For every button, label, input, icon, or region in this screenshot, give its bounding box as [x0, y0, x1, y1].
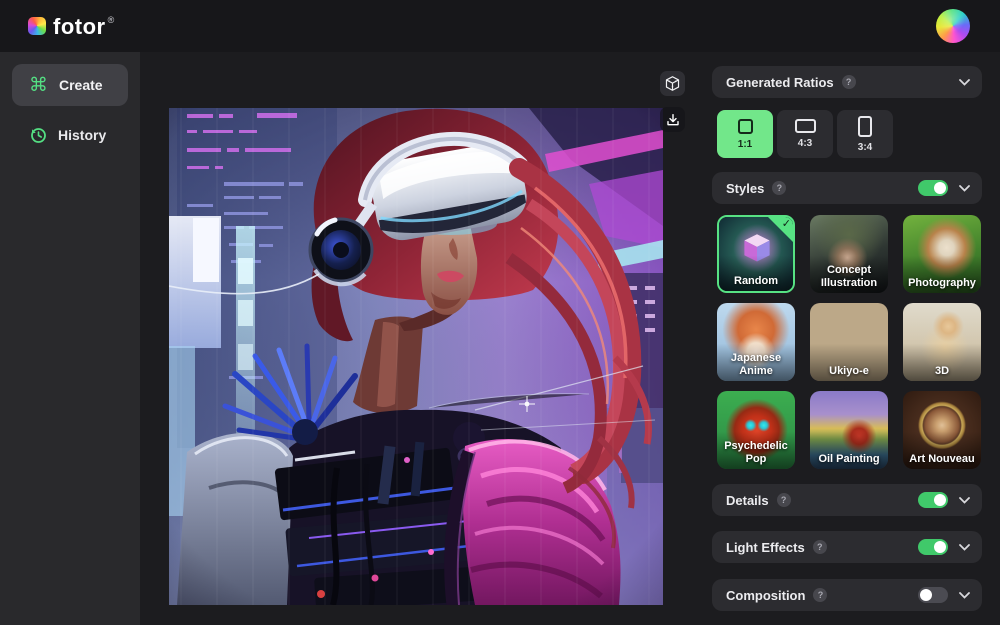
composition-title: Composition [726, 588, 805, 603]
check-icon: ✓ [782, 217, 791, 230]
toggle-knob [934, 182, 946, 194]
registered-mark: ® [108, 15, 115, 25]
style-label: Psychedelic Pop [717, 440, 795, 465]
sidebar-item-create[interactable]: ⌘ Create [12, 64, 128, 106]
ratio-option-3-4[interactable]: 3:4 [837, 110, 893, 158]
ratio-4-3-label: 4:3 [798, 138, 812, 149]
generated-ratios-title: Generated Ratios [726, 75, 834, 90]
style-card-photography[interactable]: Photography [903, 215, 981, 293]
fotor-logo[interactable]: fotor ® [28, 14, 114, 40]
style-card-japanese-anime[interactable]: Japanese Anime [717, 303, 795, 381]
help-icon[interactable]: ? [813, 540, 827, 554]
style-card-3d[interactable]: 3D [903, 303, 981, 381]
styles-toggle[interactable] [918, 180, 948, 196]
section-styles[interactable]: Styles ? [712, 172, 982, 204]
help-icon[interactable]: ? [772, 181, 786, 195]
chevron-down-icon [959, 497, 970, 504]
ratio-option-1-1[interactable]: 1:1 [717, 110, 773, 158]
section-light-effects[interactable]: Light Effects ? [712, 531, 982, 563]
style-label: Ukiyo-e [810, 365, 888, 377]
style-card-oil-painting[interactable]: Oil Painting [810, 391, 888, 469]
download-icon [665, 112, 681, 128]
toggle-knob [920, 589, 932, 601]
style-card-random[interactable]: Random ✓ [717, 215, 795, 293]
history-icon [29, 126, 47, 144]
style-card-ukiyo-e[interactable]: Ukiyo-e [810, 303, 888, 381]
ratio-option-4-3[interactable]: 4:3 [777, 110, 833, 158]
help-icon[interactable]: ? [777, 493, 791, 507]
style-label: 3D [903, 365, 981, 377]
style-card-art-nouveau[interactable]: Art Nouveau [903, 391, 981, 469]
top-bar: fotor ® [0, 0, 1000, 52]
chevron-down-icon [959, 185, 970, 192]
light-effects-toggle[interactable] [918, 539, 948, 555]
details-toggle[interactable] [918, 492, 948, 508]
fotor-app: { "topbar": { "logo_text": "fotor", "reg… [0, 0, 1000, 625]
section-generated-ratios[interactable]: Generated Ratios ? [712, 66, 982, 98]
section-composition[interactable]: Composition ? [712, 579, 982, 611]
style-label: Random [719, 275, 793, 287]
light-effects-title: Light Effects [726, 540, 805, 555]
style-label: Japanese Anime [717, 352, 795, 377]
composition-toggle[interactable] [918, 587, 948, 603]
user-avatar[interactable] [936, 9, 970, 43]
sidebar-item-history[interactable]: History [12, 116, 128, 154]
style-label: Photography [903, 277, 981, 289]
square-ratio-icon [738, 119, 753, 134]
styles-title: Styles [726, 181, 764, 196]
details-title: Details [726, 493, 769, 508]
cube-icon [664, 75, 681, 92]
ratio-1-1-label: 1:1 [738, 139, 752, 150]
portrait-ratio-icon [858, 116, 872, 137]
toggle-knob [934, 494, 946, 506]
generated-image[interactable] [169, 108, 663, 605]
chevron-down-icon [959, 592, 970, 599]
style-label: Concept Illustration [810, 264, 888, 289]
section-details[interactable]: Details ? [712, 484, 982, 516]
landscape-ratio-icon [795, 119, 816, 133]
chevron-down-icon [959, 544, 970, 551]
chevron-down-icon [959, 79, 970, 86]
ratio-3-4-label: 3:4 [858, 142, 872, 153]
toggle-knob [934, 541, 946, 553]
style-label: Art Nouveau [903, 453, 981, 465]
style-label: Oil Painting [810, 453, 888, 465]
fotor-logo-text: fotor [53, 14, 106, 40]
download-button[interactable] [660, 107, 685, 132]
view-3d-button[interactable] [660, 71, 685, 96]
help-icon[interactable]: ? [813, 588, 827, 602]
command-icon: ⌘ [29, 76, 48, 95]
sidebar-history-label: History [58, 127, 106, 143]
sidebar: ⌘ Create History [0, 52, 140, 625]
help-icon[interactable]: ? [842, 75, 856, 89]
style-card-concept-illustration[interactable]: Concept Illustration [810, 215, 888, 293]
style-card-psychedelic-pop[interactable]: Psychedelic Pop [717, 391, 795, 469]
sidebar-create-label: Create [59, 77, 103, 93]
fotor-logo-icon [28, 17, 46, 35]
